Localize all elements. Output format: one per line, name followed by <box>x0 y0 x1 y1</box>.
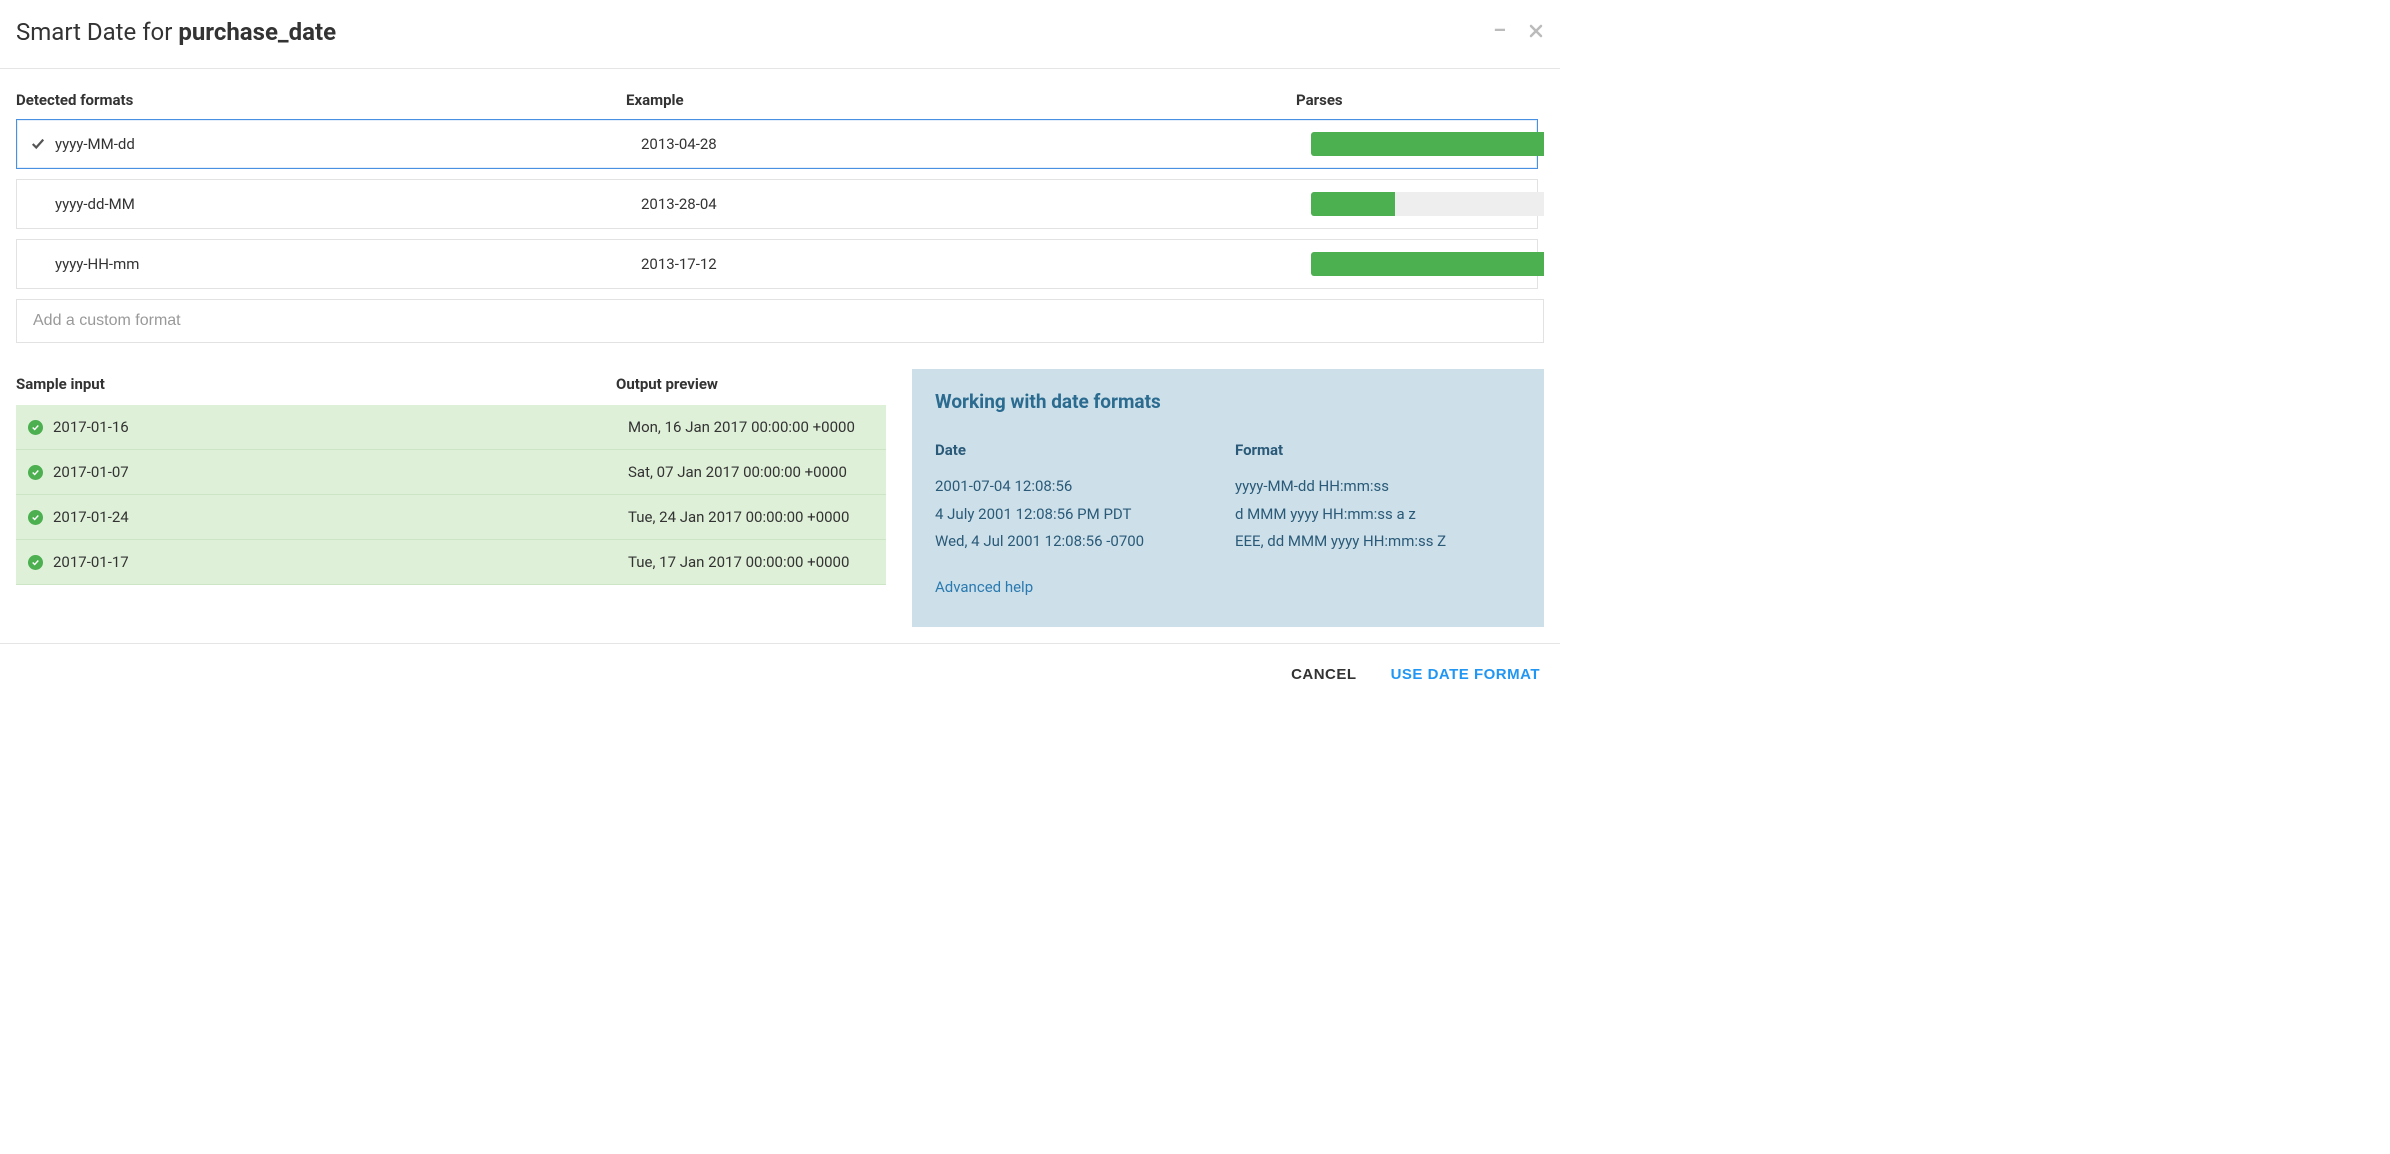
ok-icon <box>28 510 43 525</box>
sample-output-text: Sat, 07 Jan 2017 00:00:00 +0000 <box>628 463 874 481</box>
format-example: 2013-28-04 <box>641 195 1311 213</box>
ok-icon <box>28 420 43 435</box>
col-header-example: Example <box>626 91 1296 109</box>
col-header-output-preview: Output preview <box>616 375 886 393</box>
col-header-formats: Detected formats <box>16 91 626 109</box>
detected-formats-section: Detected formats Example Parses yyyy-MM-… <box>0 69 1560 289</box>
col-header-sample-input: Sample input <box>16 375 616 393</box>
dialog-title: Smart Date for purchase_date <box>16 18 336 46</box>
format-name-text: yyyy-HH-mm <box>55 255 139 273</box>
col-header-parses: Parses <box>1296 91 1544 109</box>
format-example: 2013-04-28 <box>641 135 1311 153</box>
sample-row: 2017-01-07 Sat, 07 Jan 2017 00:00:00 +000… <box>16 450 886 495</box>
sample-row: 2017-01-24 Tue, 24 Jan 2017 00:00:00 +000… <box>16 495 886 540</box>
parse-bar <box>1311 252 1544 276</box>
help-date-example: Wed, 4 Jul 2001 12:08:56 -0700 <box>935 528 1235 556</box>
sample-input-text: 2017-01-17 <box>53 553 129 571</box>
sample-row: 2017-01-17 Tue, 17 Jan 2017 00:00:00 +000… <box>16 540 886 585</box>
format-row[interactable]: yyyy-MM-dd 2013-04-28 <box>16 119 1538 169</box>
sample-row: 2017-01-16 Mon, 16 Jan 2017 00:00:00 +000… <box>16 405 886 450</box>
custom-format-input[interactable] <box>16 299 1544 343</box>
parse-bar <box>1311 192 1544 216</box>
help-format-example: EEE, dd MMM yyyy HH:mm:ss Z <box>1235 528 1521 556</box>
help-date-example: 2001-07-04 12:08:56 <box>935 473 1235 501</box>
ok-icon <box>28 465 43 480</box>
minimize-icon[interactable]: – <box>1493 20 1506 40</box>
sample-input-text: 2017-01-16 <box>53 418 129 436</box>
use-date-format-button[interactable]: USE DATE FORMAT <box>1391 666 1540 683</box>
help-format-example: d MMM yyyy HH:mm:ss a z <box>1235 501 1521 529</box>
smart-date-dialog: Smart Date for purchase_date – Detected … <box>0 0 1560 705</box>
dialog-title-field: purchase_date <box>178 18 336 46</box>
sample-output-text: Mon, 16 Jan 2017 00:00:00 +0000 <box>628 418 874 436</box>
format-name-text: yyyy-MM-dd <box>55 135 135 153</box>
help-title: Working with date formats <box>935 390 1521 413</box>
help-col-date-header: Date <box>935 437 1235 465</box>
sample-preview-section: Sample input Output preview 2017-01-16 Mo… <box>16 367 886 621</box>
dialog-footer: CANCEL USE DATE FORMAT <box>0 643 1560 705</box>
sample-output-text: Tue, 17 Jan 2017 00:00:00 +0000 <box>628 553 874 571</box>
advanced-help-link[interactable]: Advanced help <box>935 578 1033 596</box>
help-col-format-header: Format <box>1235 437 1521 465</box>
help-panel: Working with date formats Date 2001-07-0… <box>912 369 1544 627</box>
format-name-text: yyyy-dd-MM <box>55 195 135 213</box>
check-icon <box>31 137 45 151</box>
help-date-example: 4 July 2001 12:08:56 PM PDT <box>935 501 1235 529</box>
close-icon[interactable] <box>1528 22 1544 42</box>
sample-rows[interactable]: 2017-01-16 Mon, 16 Jan 2017 00:00:00 +000… <box>16 405 886 621</box>
sample-output-text: Tue, 24 Jan 2017 00:00:00 +0000 <box>628 508 874 526</box>
dialog-header: Smart Date for purchase_date – <box>0 0 1560 69</box>
ok-icon <box>28 555 43 570</box>
help-format-example: yyyy-MM-dd HH:mm:ss <box>1235 473 1521 501</box>
cancel-button[interactable]: CANCEL <box>1291 666 1357 683</box>
sample-input-text: 2017-01-07 <box>53 463 129 481</box>
format-row[interactable]: yyyy-dd-MM 2013-28-04 <box>16 179 1538 229</box>
dialog-title-prefix: Smart Date for <box>16 18 178 46</box>
parse-bar <box>1311 132 1544 156</box>
formats-rows[interactable]: yyyy-MM-dd 2013-04-28 yyyy-dd-MM 2013-28-04… <box>16 119 1544 289</box>
format-row[interactable]: yyyy-HH-mm 2013-17-12 <box>16 239 1538 289</box>
sample-input-text: 2017-01-24 <box>53 508 129 526</box>
format-example: 2013-17-12 <box>641 255 1311 273</box>
